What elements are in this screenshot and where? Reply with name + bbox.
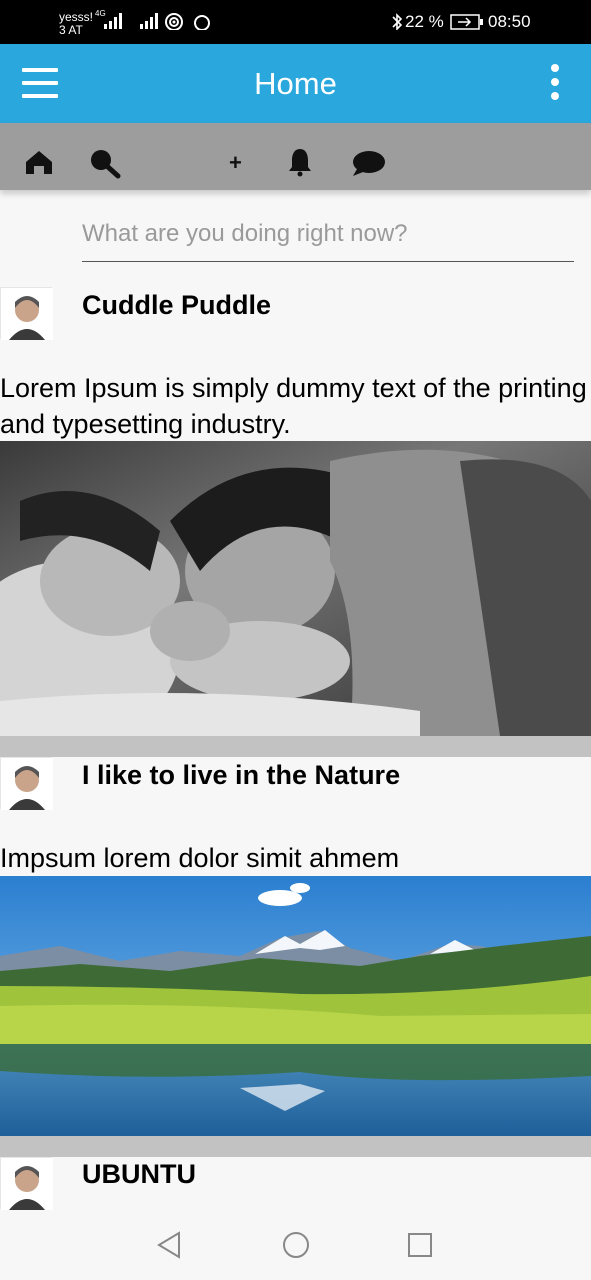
post-text: Lorem Ipsum is simply dummy text of the …	[0, 373, 587, 439]
mountain-lake-photo	[0, 876, 591, 1136]
user-avatar-icon	[1, 1158, 53, 1210]
action-toolbar: +	[0, 123, 591, 190]
back-icon[interactable]	[155, 1230, 183, 1260]
signal-icon	[104, 13, 122, 29]
sync-icon	[194, 15, 210, 30]
carrier-sub: 3 AT	[59, 23, 83, 37]
user-avatar-icon	[1, 288, 53, 340]
signal-icon-2	[140, 13, 158, 29]
post-title[interactable]: UBUNTU	[82, 1159, 196, 1190]
battery-percent: 22 %	[405, 12, 444, 31]
more-dot	[551, 64, 559, 72]
post-image-nature[interactable]	[0, 876, 591, 1136]
bluetooth-icon	[392, 13, 403, 30]
user-avatar-icon	[1, 758, 53, 810]
chat-icon[interactable]	[351, 149, 387, 177]
hotspot-icon	[165, 13, 183, 30]
battery-icon	[450, 14, 483, 30]
avatar[interactable]	[0, 757, 53, 810]
system-nav-bar	[0, 1210, 591, 1280]
app-bar: Home	[0, 44, 591, 123]
couple-photo	[0, 441, 591, 736]
post-separator	[0, 736, 591, 757]
more-dot	[551, 78, 559, 86]
home-nav-icon[interactable]	[281, 1230, 311, 1260]
recents-icon[interactable]	[407, 1230, 435, 1260]
carrier-label: yesss! 4G 3 AT	[59, 7, 106, 37]
status-bar: yesss! 4G 3 AT 22 % 08:50	[0, 0, 591, 44]
post-title[interactable]: I like to live in the Nature	[82, 760, 400, 791]
carrier-name: yesss!	[59, 10, 94, 24]
more-dot	[551, 92, 559, 100]
status-composer	[82, 216, 574, 262]
search-icon[interactable]	[88, 147, 122, 179]
status-input[interactable]	[82, 216, 574, 252]
add-button[interactable]: +	[229, 150, 242, 176]
post-text: Impsum lorem dolor simit ahmem	[0, 843, 400, 873]
post-title[interactable]: Cuddle Puddle	[82, 290, 271, 321]
bell-icon[interactable]	[287, 147, 313, 177]
avatar[interactable]	[0, 287, 53, 340]
post-image-couple[interactable]	[0, 441, 591, 736]
more-options-button[interactable]	[549, 64, 561, 104]
post-separator	[0, 1136, 591, 1157]
avatar[interactable]	[0, 1157, 53, 1210]
status-time: 08:50	[488, 12, 531, 31]
home-icon[interactable]	[24, 149, 54, 175]
page-title: Home	[254, 66, 337, 101]
